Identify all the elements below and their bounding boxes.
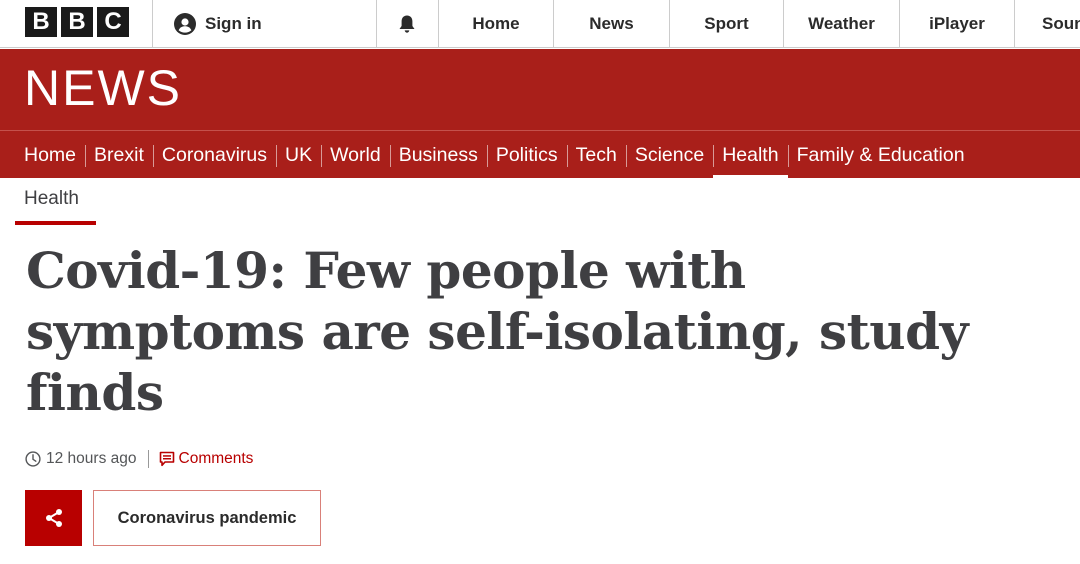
bbc-logo-letter: B xyxy=(25,7,57,37)
share-button[interactable] xyxy=(25,490,82,546)
section-nav: Home Brexit Coronavirus UK World Busines… xyxy=(0,130,1080,179)
share-icon xyxy=(45,509,62,527)
section-nav-tech[interactable]: Tech xyxy=(566,131,626,179)
clock-icon xyxy=(25,451,41,467)
bbc-logo[interactable]: B B C xyxy=(25,7,129,37)
bell-icon xyxy=(399,15,415,33)
top-nav-sounds[interactable]: Soun xyxy=(1014,0,1080,48)
top-nav-sport[interactable]: Sport xyxy=(669,0,783,48)
article-meta: 12 hours ago Comments xyxy=(25,448,253,470)
bbc-top-bar: B B C Sign in Home News Sport Weather iP… xyxy=(0,0,1080,48)
section-nav-science[interactable]: Science xyxy=(625,131,713,179)
news-wordmark[interactable]: NEWS xyxy=(24,58,182,118)
article-timestamp: 12 hours ago xyxy=(46,450,137,467)
section-label-link[interactable]: Health xyxy=(24,188,79,210)
divider xyxy=(152,0,153,48)
section-nav-business[interactable]: Business xyxy=(389,131,487,179)
bbc-logo-letter: B xyxy=(61,7,93,37)
section-nav-brexit[interactable]: Brexit xyxy=(85,131,153,179)
top-nav-news[interactable]: News xyxy=(553,0,669,48)
section-nav-health[interactable]: Health xyxy=(713,131,788,179)
user-icon xyxy=(174,13,196,35)
section-nav-uk[interactable]: UK xyxy=(276,131,321,179)
comments-link[interactable]: Comments xyxy=(179,450,254,468)
comments-icon xyxy=(159,451,174,467)
bbc-logo-letter: C xyxy=(97,7,129,37)
sign-in-label: Sign in xyxy=(205,14,262,33)
section-nav-coronavirus[interactable]: Coronavirus xyxy=(152,131,276,179)
top-nav-home[interactable]: Home xyxy=(438,0,553,48)
sign-in-link[interactable]: Sign in xyxy=(174,0,262,48)
article-headline: Covid-19: Few people with symptoms are s… xyxy=(26,241,969,422)
notifications-button[interactable] xyxy=(376,0,438,48)
section-nav-home[interactable]: Home xyxy=(24,131,85,179)
section-nav-family-education[interactable]: Family & Education xyxy=(787,131,974,179)
meta-divider xyxy=(147,450,149,468)
topic-tag-button[interactable]: Coronavirus pandemic xyxy=(93,490,321,546)
section-nav-politics[interactable]: Politics xyxy=(486,131,567,179)
section-nav-world[interactable]: World xyxy=(321,131,390,179)
top-nav-weather[interactable]: Weather xyxy=(783,0,899,48)
top-nav-iplayer[interactable]: iPlayer xyxy=(899,0,1014,48)
section-label-underline xyxy=(15,221,96,225)
